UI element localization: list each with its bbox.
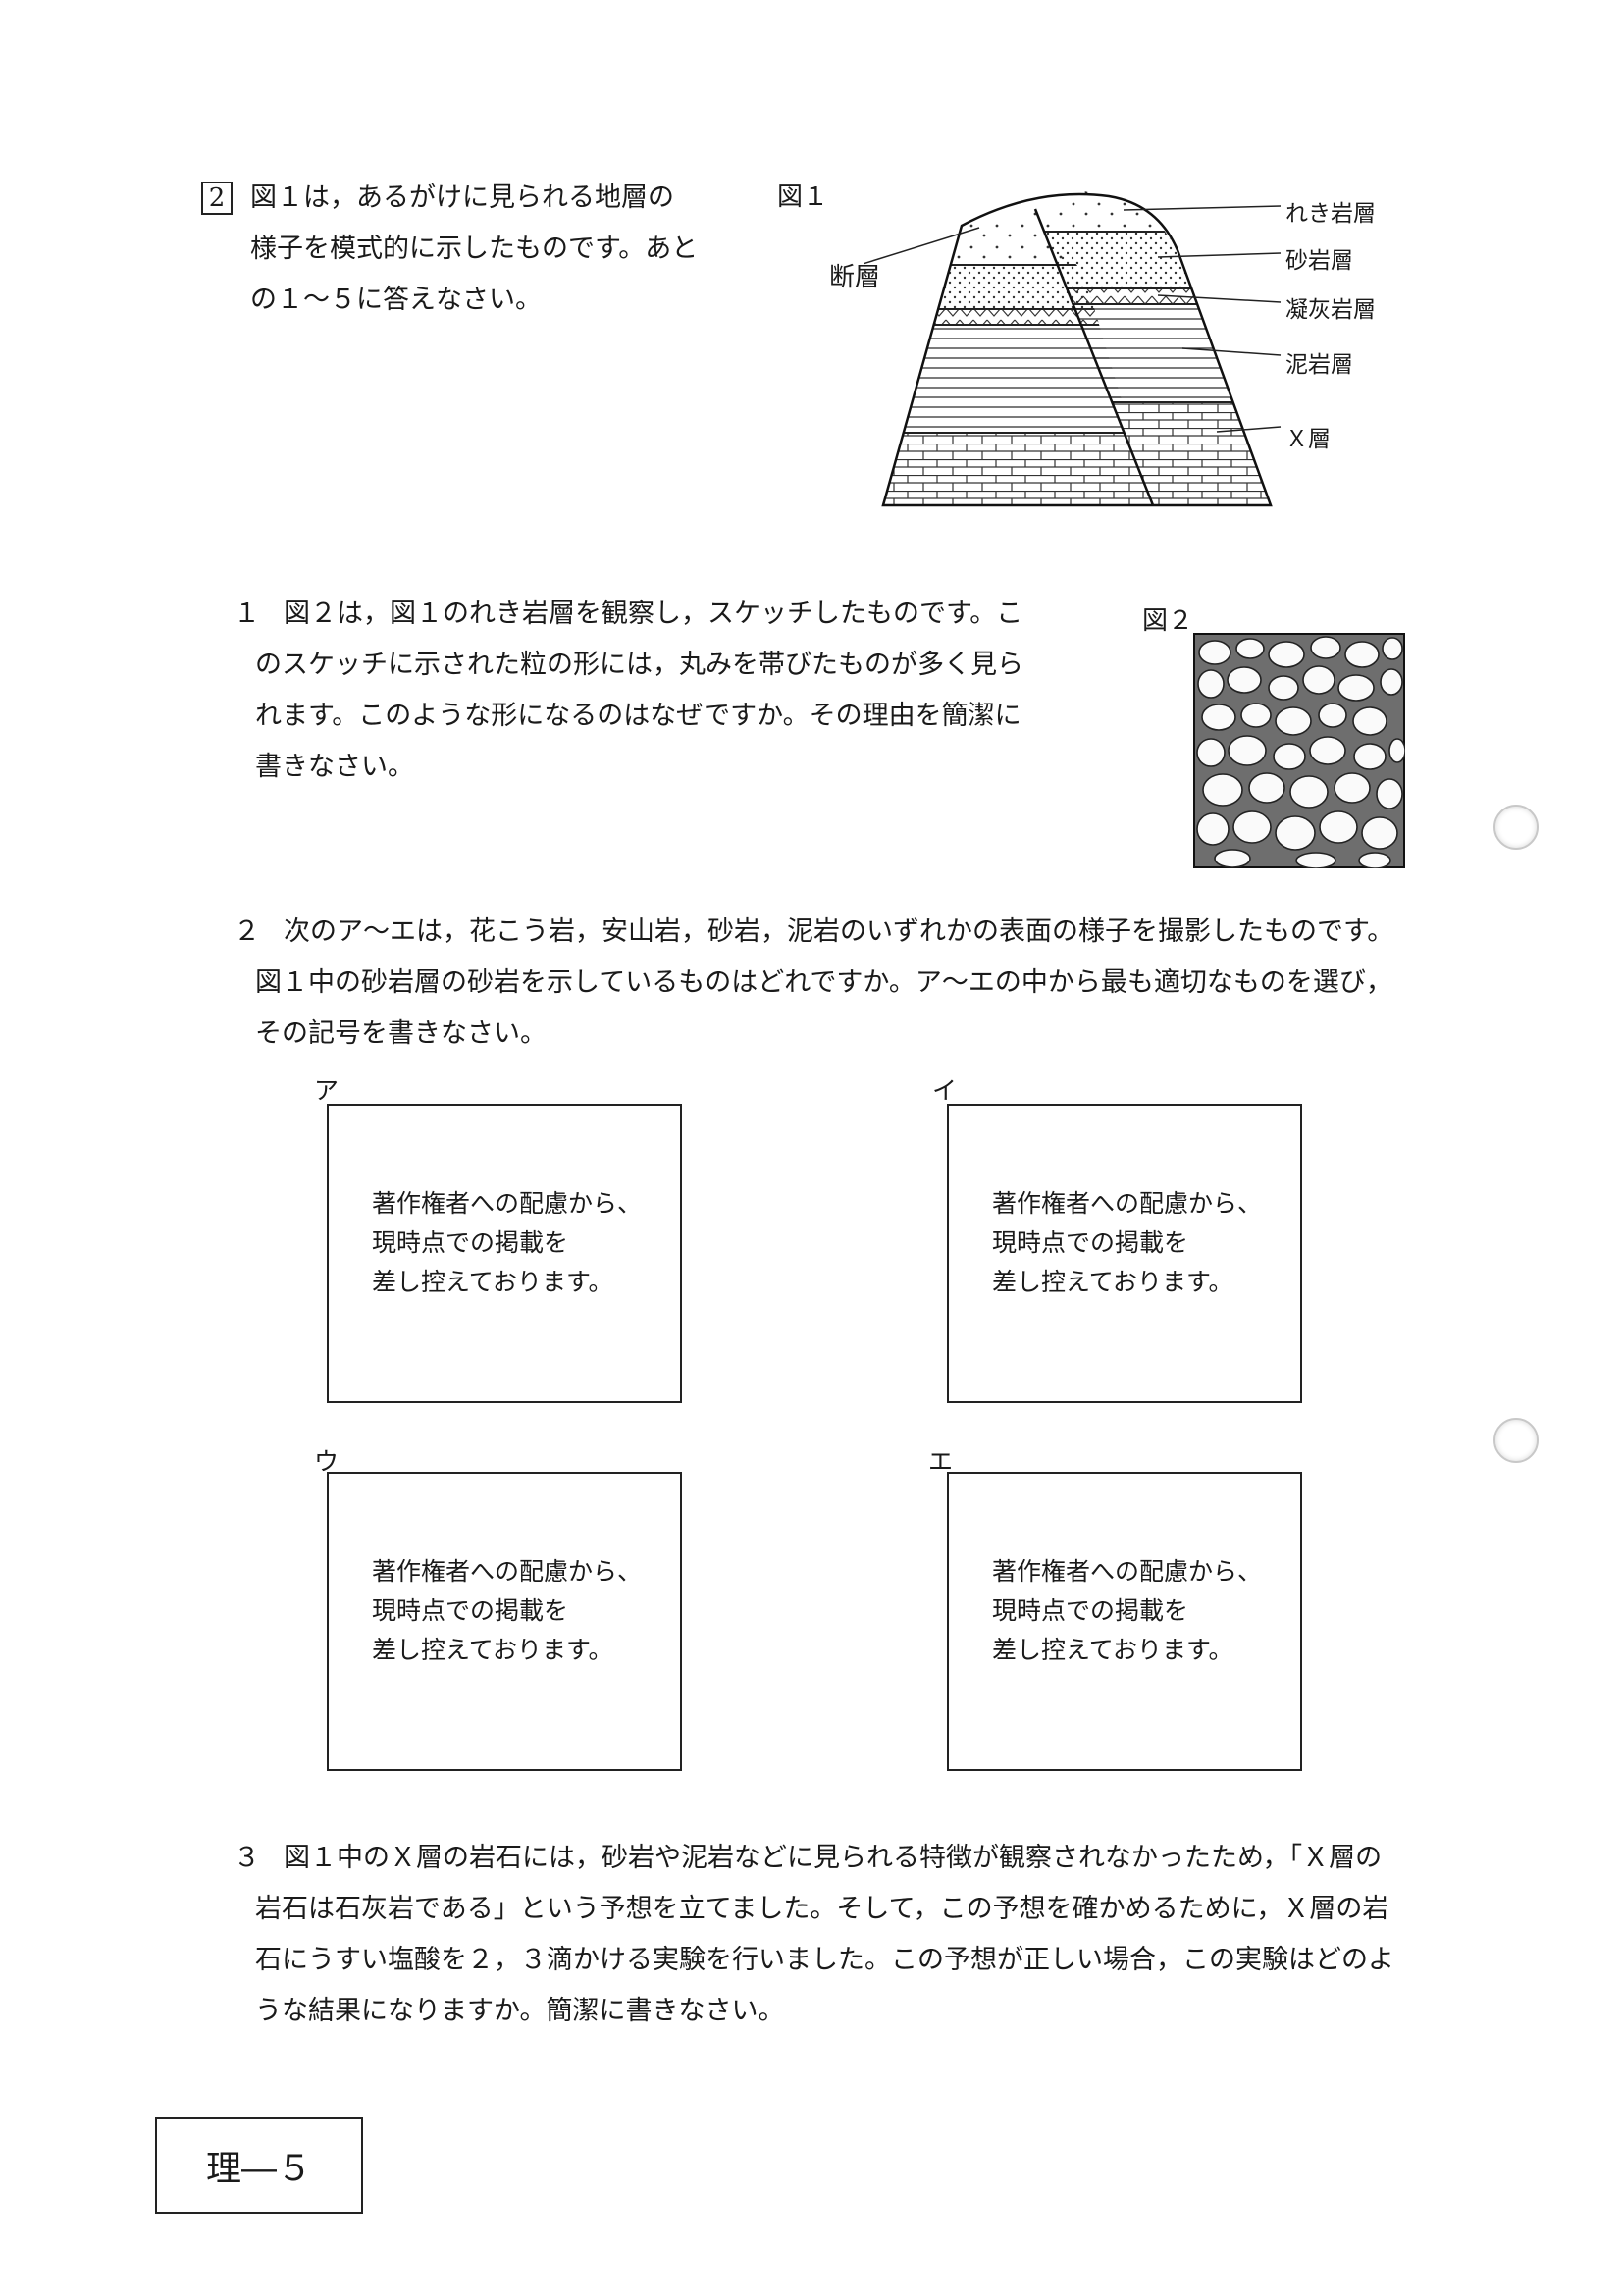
choice-photo-e: 著作権者への配慮から、 現時点での掲載を 差し控えております。 bbox=[947, 1472, 1302, 1771]
q1-text: 図２は，図１のれき岩層を観察し，スケッチしたものです。こ bbox=[284, 599, 1023, 629]
figure1-label: 図１ bbox=[777, 183, 829, 212]
question-2: ２ 次のア～エは，花こう岩，安山岩，砂岩，泥岩のいずれかの表面の様子を撮影したもの… bbox=[234, 907, 1393, 1060]
q2-text: 次のア～エは，花こう岩，安山岩，砂岩，泥岩のいずれかの表面の様子を撮影したもので… bbox=[284, 916, 1394, 947]
notice-line: 現時点での掲載を bbox=[372, 1228, 569, 1257]
q3-line: うな結果になりますか。簡潔に書きなさい。 bbox=[255, 1996, 785, 2026]
choice-label-i: イ bbox=[932, 1076, 958, 1105]
figure1-strata-diagram bbox=[864, 191, 1282, 507]
notice-line: 著作権者への配慮から、 bbox=[372, 1557, 643, 1586]
section-intro: 2 図１は，あるがけに見られる地層の 様子を模式的に示したものです。あと の１～５… bbox=[201, 173, 698, 326]
notice-line: 著作権者への配慮から、 bbox=[992, 1189, 1263, 1218]
q2-line: 図１中の砂岩層の砂岩を示しているものはどれですか。ア～エの中から最も適切なものを… bbox=[255, 967, 1392, 998]
layer-label-mudstone: 泥岩層 bbox=[1285, 352, 1353, 378]
notice-line: 現時点での掲載を bbox=[372, 1596, 569, 1625]
q1-line: のスケッチに示された粒の形には，丸みを帯びたものが多く見ら bbox=[255, 650, 1023, 680]
copyright-notice: 著作権者への配慮から、 現時点での掲載を 差し控えております。 bbox=[992, 1552, 1262, 1670]
q3-line: 石にうすい塩酸を２，３滴かける実験を行いました。この予想が正しい場合，この実験は… bbox=[255, 1945, 1394, 1975]
q2-line: ２ 次のア～エは，花こう岩，安山岩，砂岩，泥岩のいずれかの表面の様子を撮影したもの… bbox=[234, 907, 1393, 958]
section-line-1: 2 図１は，あるがけに見られる地層の bbox=[201, 173, 698, 224]
q1-line: れます。このような形になるのはなぜですか。その理由を簡潔に bbox=[255, 701, 1021, 731]
figure2-conglomerate-sketch bbox=[1193, 633, 1405, 868]
q2-number: ２ bbox=[234, 916, 260, 947]
q3-line: ３ 図１中のＸ層の岩石には，砂岩や泥岩などに見られる特徴が観察されなかったため，「… bbox=[234, 1833, 1394, 1884]
layer-label-conglomerate: れき岩層 bbox=[1285, 201, 1376, 227]
intro-line: 様子を模式的に示したものです。あと bbox=[250, 234, 699, 264]
q2-line: その記号を書きなさい。 bbox=[255, 1018, 547, 1049]
notice-line: 差し控えております。 bbox=[992, 1636, 1233, 1664]
notice-line: 現時点での掲載を bbox=[992, 1228, 1189, 1257]
layer-label-tuff: 凝灰岩層 bbox=[1285, 297, 1376, 323]
choice-photo-u: 著作権者への配慮から、 現時点での掲載を 差し控えております。 bbox=[327, 1472, 682, 1771]
choice-photo-a: 著作権者への配慮から、 現時点での掲載を 差し控えております。 bbox=[327, 1104, 682, 1403]
punch-hole bbox=[1493, 1418, 1539, 1463]
copyright-notice: 著作権者への配慮から、 現時点での掲載を 差し控えております。 bbox=[372, 1184, 642, 1302]
q3-number: ３ bbox=[234, 1843, 260, 1873]
intro-line: 図１は，あるがけに見られる地層の bbox=[250, 183, 674, 213]
notice-line: 差し控えております。 bbox=[372, 1268, 613, 1296]
question-3: ３ 図１中のＸ層の岩石には，砂岩や泥岩などに見られる特徴が観察されなかったため，「… bbox=[234, 1833, 1394, 2037]
question-1: １ 図２は，図１のれき岩層を観察し，スケッチしたものです。こ のスケッチに示された… bbox=[234, 589, 1023, 793]
page-number: 理―５ bbox=[205, 2149, 312, 2189]
punch-hole bbox=[1493, 805, 1539, 850]
q1-number: １ bbox=[234, 599, 260, 629]
layer-label-sandstone: 砂岩層 bbox=[1285, 248, 1353, 274]
choice-label-a: ア bbox=[314, 1076, 340, 1105]
q3-line: 岩石は石灰岩である」という予想を立てました。そして，この予想を確かめるために，Ｘ… bbox=[255, 1894, 1389, 1924]
figure2-label: 図２ bbox=[1142, 606, 1194, 636]
choice-photo-i: 著作権者への配慮から、 現時点での掲載を 差し控えております。 bbox=[947, 1104, 1302, 1403]
section-number: 2 bbox=[201, 182, 233, 215]
intro-line: の１～５に答えなさい。 bbox=[250, 285, 542, 315]
copyright-notice: 著作権者への配慮から、 現時点での掲載を 差し控えております。 bbox=[992, 1184, 1262, 1302]
notice-line: 現時点での掲載を bbox=[992, 1596, 1189, 1625]
copyright-notice: 著作権者への配慮から、 現時点での掲載を 差し控えております。 bbox=[372, 1552, 642, 1670]
notice-line: 著作権者への配慮から、 bbox=[992, 1557, 1263, 1586]
q3-text: 図１中のＸ層の岩石には，砂岩や泥岩などに見られる特徴が観察されなかったため，「Ｘ… bbox=[284, 1843, 1383, 1873]
notice-line: 差し控えております。 bbox=[372, 1636, 613, 1664]
q1-line: １ 図２は，図１のれき岩層を観察し，スケッチしたものです。こ bbox=[234, 589, 1023, 640]
notice-line: 著作権者への配慮から、 bbox=[372, 1189, 643, 1218]
notice-line: 差し控えております。 bbox=[992, 1268, 1233, 1296]
q1-line: 書きなさい。 bbox=[255, 752, 414, 782]
page-number-box: 理―５ bbox=[155, 2117, 363, 2214]
